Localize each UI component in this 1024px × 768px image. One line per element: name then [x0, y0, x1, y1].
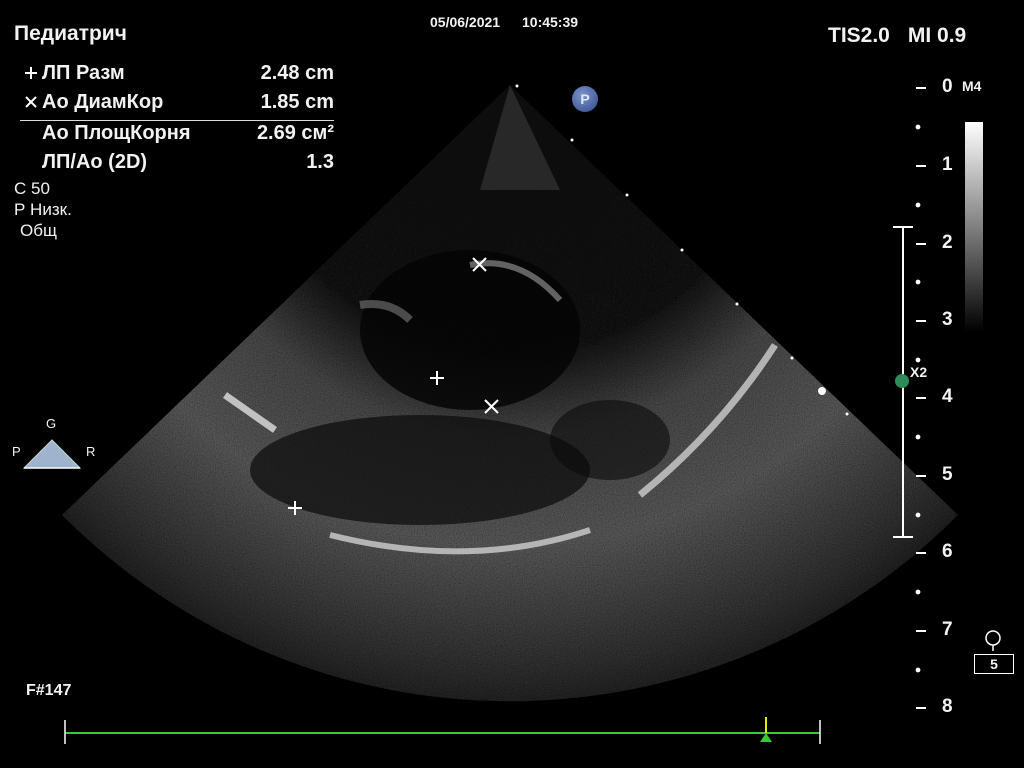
- orientation-right-label: R: [86, 444, 96, 459]
- depth-ruler: [915, 87, 926, 709]
- depth-label: 8: [942, 696, 953, 717]
- depth-label: 3: [942, 309, 953, 330]
- measurement-row[interactable]: ЛП/Ао (2D) 1.3: [20, 151, 340, 180]
- orientation-left-label: P: [12, 444, 21, 459]
- measurement-value: 1.3: [306, 151, 334, 173]
- loop-icon: [985, 630, 1001, 651]
- depth-label: 7: [942, 619, 953, 640]
- orientation-icon: [22, 439, 82, 469]
- mi-value: MI 0.9: [907, 24, 967, 47]
- grayscale-bar: [965, 122, 983, 332]
- cine-bar[interactable]: [64, 717, 821, 744]
- measurement-label: Ао ПлощКорня: [42, 122, 191, 144]
- exam-time: 10:45:39: [522, 14, 579, 30]
- imaging-params: С 50 Р Низк. Общ: [14, 178, 72, 241]
- depth-label: 1: [942, 154, 953, 175]
- measurement-label: ЛП/Ао (2D): [42, 151, 148, 173]
- focus-label: X2: [910, 364, 928, 380]
- measurement-value: 1.85 cm: [260, 91, 334, 113]
- plus-marker-icon: [25, 67, 37, 79]
- measurement-value: 2.69 см²: [256, 122, 334, 144]
- exam-date: 05/06/2021: [430, 14, 501, 30]
- x-marker-icon: [25, 96, 37, 108]
- measurement-row[interactable]: Ао ПлощКорня 2.69 см²: [20, 122, 340, 151]
- thermal-mechanical-index: TIS2.0 MI 0.9: [828, 24, 966, 48]
- depth-label: 6: [942, 541, 953, 562]
- param-compression: С 50: [14, 179, 50, 198]
- measurement-label: Ао ДиамКор: [42, 91, 164, 113]
- param-mode: Общ: [20, 221, 57, 240]
- frame-counter: F#147: [26, 682, 72, 699]
- measurement-label: ЛП Разм: [42, 62, 125, 84]
- orientation-top-label: G: [46, 416, 57, 431]
- measurement-row[interactable]: Ао ДиамКор 1.85 cm: [20, 91, 340, 120]
- depth-label: 5: [942, 464, 953, 485]
- measurement-row[interactable]: ЛП Разм 2.48 cm: [20, 62, 340, 91]
- depth-label: 4: [942, 386, 953, 407]
- probe-badge: P: [572, 86, 598, 112]
- measurement-table: ЛП Разм 2.48 cm Ао ДиамКор 1.85 cm Ао Пл…: [20, 62, 340, 180]
- measurement-value: 2.48 cm: [260, 62, 334, 84]
- measurement-divider: [20, 120, 334, 121]
- gray-map-label: M4: [962, 78, 982, 94]
- tis-value: TIS2.0: [828, 24, 890, 47]
- param-persistence: Р Низк.: [14, 200, 72, 219]
- depth-label: 2: [942, 232, 953, 253]
- focus-marker[interactable]: [895, 374, 909, 388]
- depth-label: 0: [942, 76, 953, 97]
- cine-loop-box[interactable]: 5: [974, 654, 1014, 674]
- exam-preset: Педиатрич: [14, 22, 127, 45]
